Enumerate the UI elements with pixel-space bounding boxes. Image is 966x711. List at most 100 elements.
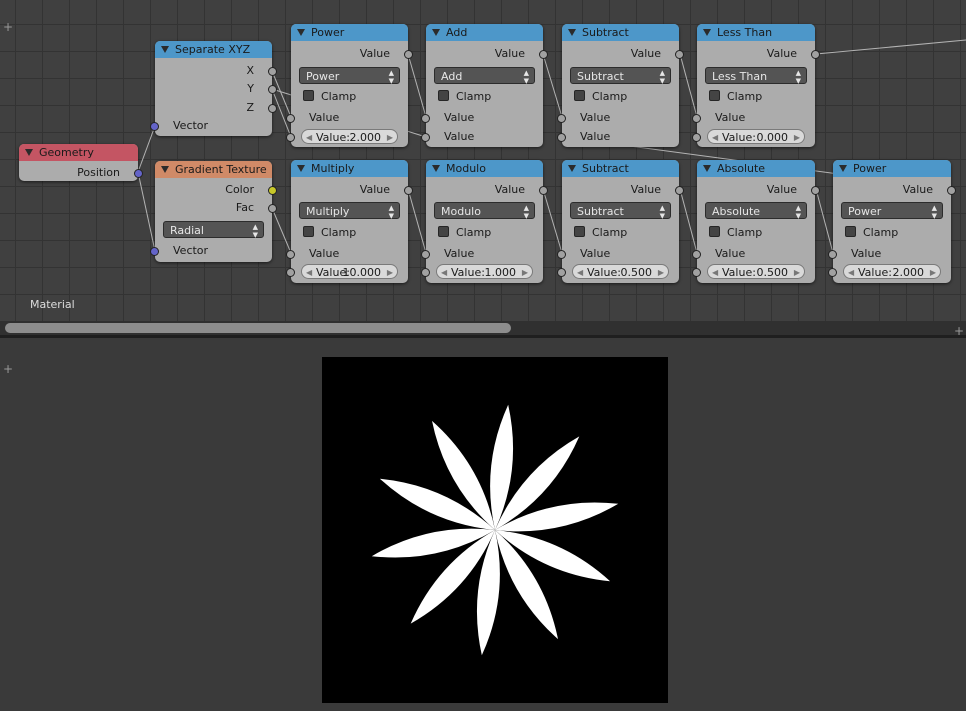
clamp-checkbox[interactable]: Clamp	[709, 89, 762, 105]
decrement-arrow-icon[interactable]: ◀	[848, 265, 854, 280]
clamp-checkbox[interactable]: Clamp	[709, 225, 762, 241]
node-header[interactable]: Subtract	[562, 160, 679, 177]
output-socket-value[interactable]	[404, 186, 413, 195]
input-socket-value[interactable]	[421, 133, 430, 142]
value-field[interactable]: ◀ Value: 0.500 ▶	[707, 264, 805, 279]
node-power-2[interactable]: Power Value Power ▲ ▼ Clamp Value ◀ Value: 2…	[828, 160, 956, 283]
clamp-checkbox[interactable]: Clamp	[574, 225, 627, 241]
input-socket-value[interactable]	[828, 268, 837, 277]
value-field[interactable]: ◀ Value: 2.000 ▶	[843, 264, 941, 279]
checkbox-box[interactable]	[303, 90, 314, 101]
node-geometry[interactable]: Geometry Position	[19, 144, 143, 181]
collapse-triangle-icon[interactable]	[25, 149, 33, 156]
node-less-than[interactable]: Less Than Value Less Than ▲ ▼ Clamp Value …	[692, 24, 820, 147]
checkbox-box[interactable]	[438, 90, 449, 101]
checkbox-box[interactable]	[709, 226, 720, 237]
input-socket-value[interactable]	[421, 268, 430, 277]
value-field[interactable]: ◀ Value: 2.000 ▶	[301, 129, 398, 144]
node-multiply[interactable]: Multiply Value Multiply ▲ ▼ Clamp Value ◀ V…	[286, 160, 413, 283]
collapse-triangle-icon[interactable]	[568, 29, 576, 36]
checkbox-box[interactable]	[438, 226, 449, 237]
increment-arrow-icon[interactable]: ▶	[522, 265, 528, 280]
input-socket-value[interactable]	[692, 268, 701, 277]
operation-select[interactable]: Add ▲ ▼	[434, 67, 535, 85]
node-header[interactable]: Multiply	[291, 160, 408, 177]
value-field[interactable]: ◀ Value: 10.000 ▶	[301, 264, 398, 279]
output-socket-value[interactable]	[675, 50, 684, 59]
node-modulo[interactable]: Modulo Value Modulo ▲ ▼ Clamp Value ◀ Value…	[421, 160, 548, 283]
increment-arrow-icon[interactable]: ▶	[387, 265, 393, 280]
clamp-checkbox[interactable]: Clamp	[438, 225, 491, 241]
node-header[interactable]: Less Than	[697, 24, 815, 41]
output-socket-value[interactable]	[539, 50, 548, 59]
gradient-type-select[interactable]: Radial ▲ ▼	[163, 221, 264, 239]
render-preview-area[interactable]: +	[0, 338, 966, 711]
collapse-triangle-icon[interactable]	[568, 165, 576, 172]
region-expand-icon[interactable]: +	[3, 363, 13, 375]
operation-select[interactable]: Absolute ▲ ▼	[705, 202, 807, 220]
input-socket-vector[interactable]	[150, 122, 159, 131]
output-socket-value[interactable]	[811, 50, 820, 59]
operation-select[interactable]: Subtract ▲ ▼	[570, 202, 671, 220]
node-header[interactable]: Separate XYZ	[155, 41, 272, 58]
node-gradient-texture[interactable]: Gradient Texture Color Fac Radial ▲ ▼ Vect…	[150, 161, 277, 262]
decrement-arrow-icon[interactable]: ◀	[306, 130, 312, 145]
output-socket-x[interactable]	[268, 67, 277, 76]
collapse-triangle-icon[interactable]	[161, 46, 169, 53]
output-socket-value[interactable]	[947, 186, 956, 195]
increment-arrow-icon[interactable]: ▶	[794, 130, 800, 145]
node-header[interactable]: Power	[291, 24, 408, 41]
output-socket-value[interactable]	[675, 186, 684, 195]
node-header[interactable]: Add	[426, 24, 543, 41]
horizontal-scrollbar[interactable]: +	[0, 321, 966, 337]
increment-arrow-icon[interactable]: ▶	[658, 265, 664, 280]
increment-arrow-icon[interactable]: ▶	[794, 265, 800, 280]
clamp-checkbox[interactable]: Clamp	[438, 89, 491, 105]
input-socket-value[interactable]	[692, 133, 701, 142]
operation-select[interactable]: Power ▲ ▼	[299, 67, 400, 85]
input-socket-value[interactable]	[286, 268, 295, 277]
input-socket-value[interactable]	[557, 250, 566, 259]
input-socket-value[interactable]	[557, 268, 566, 277]
decrement-arrow-icon[interactable]: ◀	[712, 265, 718, 280]
collapse-triangle-icon[interactable]	[703, 29, 711, 36]
operation-select[interactable]: Multiply ▲ ▼	[299, 202, 400, 220]
clamp-checkbox[interactable]: Clamp	[845, 225, 898, 241]
node-add[interactable]: Add Value Add ▲ ▼ Clamp Value Value	[421, 24, 548, 147]
operation-select[interactable]: Power ▲ ▼	[841, 202, 943, 220]
input-socket-value[interactable]	[421, 250, 430, 259]
input-socket-value[interactable]	[557, 114, 566, 123]
decrement-arrow-icon[interactable]: ◀	[306, 265, 312, 280]
collapse-triangle-icon[interactable]	[297, 165, 305, 172]
node-header[interactable]: Absolute	[697, 160, 815, 177]
output-socket-value[interactable]	[404, 50, 413, 59]
decrement-arrow-icon[interactable]: ◀	[712, 130, 718, 145]
input-socket-value[interactable]	[286, 250, 295, 259]
region-expand-icon[interactable]: +	[3, 21, 13, 33]
node-subtract-2[interactable]: Subtract Value Subtract ▲ ▼ Clamp Value ◀ V…	[557, 160, 684, 283]
value-field[interactable]: ◀ Value: 0.500 ▶	[572, 264, 669, 279]
output-socket-y[interactable]	[268, 85, 277, 94]
collapse-triangle-icon[interactable]	[703, 165, 711, 172]
input-socket-value[interactable]	[286, 114, 295, 123]
input-socket-value[interactable]	[286, 133, 295, 142]
checkbox-box[interactable]	[574, 90, 585, 101]
output-socket-z[interactable]	[268, 104, 277, 113]
checkbox-box[interactable]	[574, 226, 585, 237]
node-header[interactable]: Power	[833, 160, 951, 177]
node-separate-xyz[interactable]: Separate XYZ X Y Z Vector	[150, 41, 277, 136]
increment-arrow-icon[interactable]: ▶	[387, 130, 393, 145]
input-socket-value[interactable]	[692, 250, 701, 259]
operation-select[interactable]: Modulo ▲ ▼	[434, 202, 535, 220]
clamp-checkbox[interactable]: Clamp	[303, 225, 356, 241]
output-socket-color[interactable]	[268, 186, 277, 195]
clamp-checkbox[interactable]: Clamp	[574, 89, 627, 105]
checkbox-box[interactable]	[709, 90, 720, 101]
scrollbar-thumb[interactable]	[5, 323, 511, 333]
checkbox-box[interactable]	[845, 226, 856, 237]
collapse-triangle-icon[interactable]	[839, 165, 847, 172]
node-editor[interactable]: + Geometry Position Separate XYZ X Y Z V…	[0, 0, 966, 337]
node-power[interactable]: Power Value Power ▲ ▼ Clamp Value ◀ Value: 2…	[286, 24, 413, 147]
output-socket-value[interactable]	[811, 186, 820, 195]
node-header[interactable]: Gradient Texture	[155, 161, 272, 178]
